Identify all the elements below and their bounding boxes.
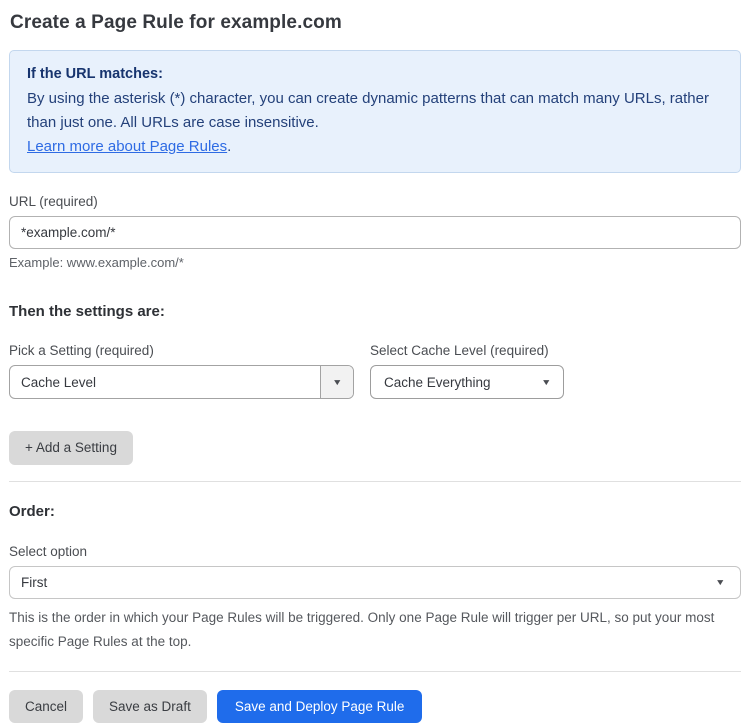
- section-divider: [9, 481, 741, 482]
- info-box-heading: If the URL matches:: [27, 62, 723, 86]
- order-helper-text: This is the order in which your Page Rul…: [9, 606, 741, 654]
- chevron-down-icon: ▼: [332, 378, 343, 387]
- cancel-button[interactable]: Cancel: [9, 690, 83, 723]
- setting-picker-value: Cache Level: [10, 366, 320, 398]
- create-page-rule-panel: Create a Page Rule for example.com If th…: [0, 0, 750, 723]
- order-select[interactable]: First ▼: [9, 566, 741, 599]
- footer-actions: Cancel Save as Draft Save and Deploy Pag…: [9, 690, 741, 723]
- order-select-value: First: [21, 575, 47, 590]
- add-setting-button[interactable]: + Add a Setting: [9, 431, 133, 465]
- setting-picker-arrow-button[interactable]: ▼: [320, 366, 353, 398]
- info-box-body-text: By using the asterisk (*) character, you…: [27, 90, 709, 131]
- save-as-draft-button[interactable]: Save as Draft: [93, 690, 207, 723]
- footer-divider: [9, 671, 741, 672]
- cache-level-picker-group: Select Cache Level (required) Cache Ever…: [370, 343, 564, 399]
- settings-section-heading: Then the settings are:: [9, 303, 741, 320]
- url-field-label: URL (required): [9, 194, 741, 209]
- cache-level-dropdown[interactable]: Cache Everything ▼: [370, 365, 564, 399]
- chevron-down-icon: ▼: [715, 578, 726, 587]
- info-box-body: By using the asterisk (*) character, you…: [27, 87, 723, 159]
- setting-picker-label: Pick a Setting (required): [9, 343, 354, 358]
- url-matches-info-box: If the URL matches: By using the asteris…: [9, 50, 741, 173]
- cache-level-value: Cache Everything: [384, 375, 491, 390]
- cache-level-picker-label: Select Cache Level (required): [370, 343, 564, 358]
- save-and-deploy-button[interactable]: Save and Deploy Page Rule: [217, 690, 423, 723]
- link-period: .: [227, 138, 231, 155]
- url-field-section: URL (required) Example: www.example.com/…: [9, 194, 741, 270]
- url-example-helper: Example: www.example.com/*: [9, 255, 741, 270]
- url-input[interactable]: [9, 216, 741, 249]
- page-title: Create a Page Rule for example.com: [10, 12, 741, 34]
- learn-more-page-rules-link[interactable]: Learn more about Page Rules: [27, 138, 227, 155]
- order-select-label: Select option: [9, 544, 741, 559]
- order-section-heading: Order:: [9, 503, 741, 520]
- chevron-down-icon: ▼: [541, 378, 552, 387]
- setting-picker-dropdown[interactable]: Cache Level ▼: [9, 365, 354, 399]
- settings-row: Pick a Setting (required) Cache Level ▼ …: [9, 343, 741, 399]
- setting-picker-group: Pick a Setting (required) Cache Level ▼: [9, 343, 354, 399]
